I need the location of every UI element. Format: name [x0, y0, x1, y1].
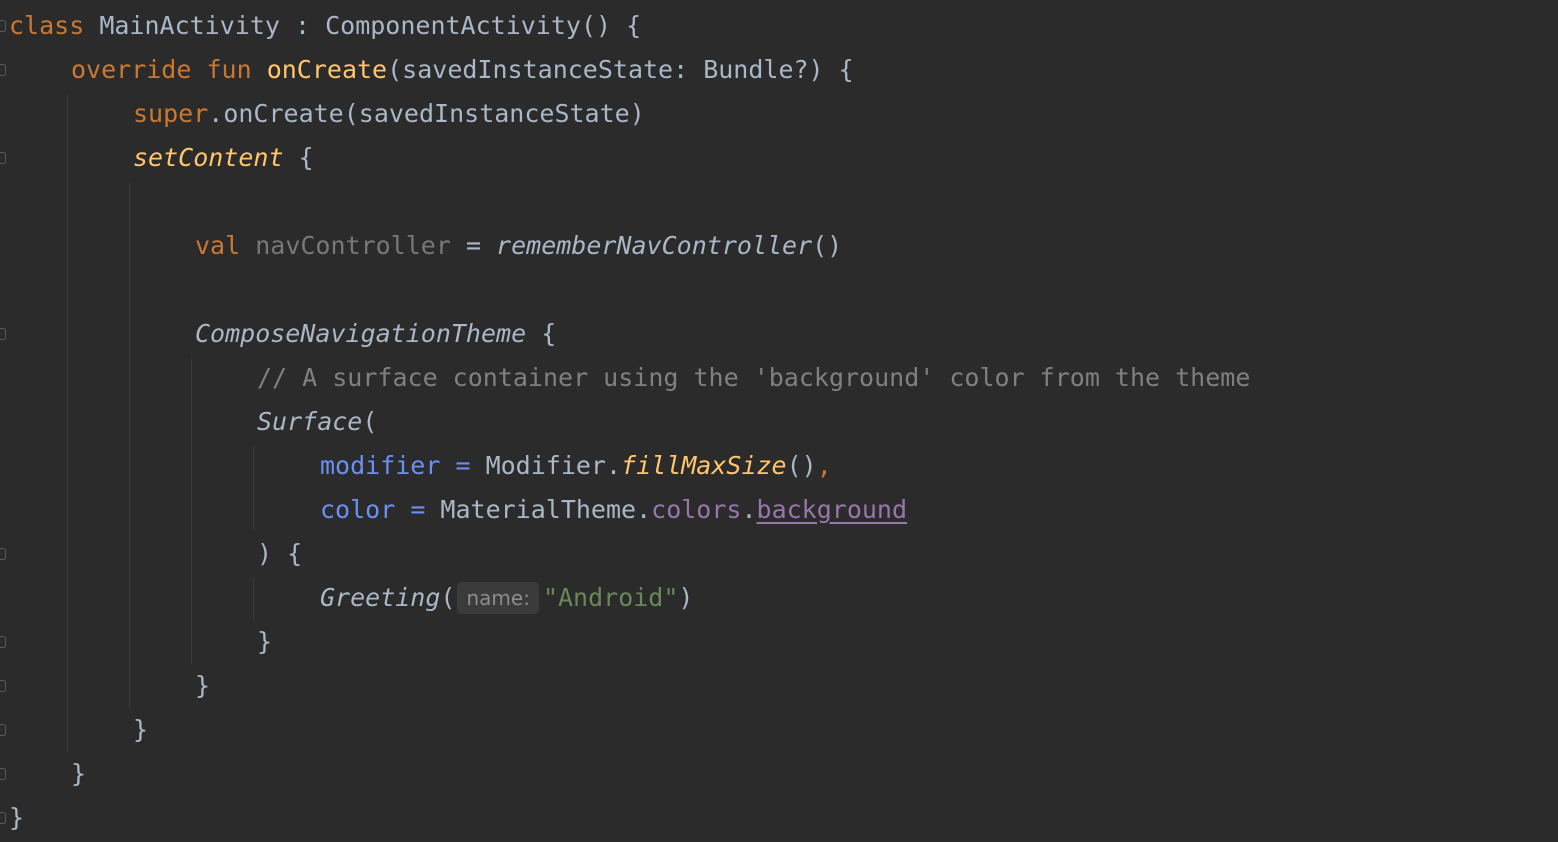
- class-header: MainActivity : ComponentActivity() {: [84, 11, 642, 40]
- code-line-modifier-arg[interactable]: modifier = Modifier.fillMaxSize(),: [320, 444, 832, 488]
- code-line-close-brace[interactable]: }: [257, 620, 272, 664]
- keyword-fun: fun: [206, 55, 252, 84]
- parameter-hint: name:: [457, 582, 539, 614]
- fold-marker-icon[interactable]: [0, 724, 6, 736]
- equals-sign: =: [440, 451, 486, 480]
- fold-marker-icon[interactable]: [0, 152, 6, 164]
- code-line-close-brace[interactable]: }: [71, 752, 86, 796]
- background-property-link[interactable]: background: [757, 495, 908, 524]
- code-line-set-content[interactable]: setContent {: [133, 136, 314, 180]
- indent-guide: [67, 94, 68, 752]
- close-brace: }: [133, 715, 149, 744]
- indent-guide: [253, 578, 254, 620]
- close-paren-brace: ) {: [257, 539, 303, 568]
- variable-nav-controller: navController: [255, 231, 451, 260]
- close-paren: ): [678, 583, 694, 612]
- param-color: color: [320, 495, 396, 524]
- equals-sign: =: [395, 495, 441, 524]
- open-brace: {: [283, 143, 314, 172]
- fold-marker-icon[interactable]: [0, 548, 6, 560]
- code-line-class-declaration[interactable]: class MainActivity : ComponentActivity()…: [9, 4, 641, 48]
- string-literal: "Android": [542, 583, 679, 612]
- function-name: onCreate: [266, 55, 388, 84]
- code-line-super-call[interactable]: super.onCreate(savedInstanceState): [133, 92, 645, 136]
- fill-max-size-call: fillMaxSize: [621, 451, 787, 480]
- fold-marker-icon[interactable]: [0, 64, 6, 76]
- code-line-theme[interactable]: ComposeNavigationTheme {: [195, 312, 556, 356]
- surface-call: Surface: [257, 407, 363, 436]
- fold-marker-icon[interactable]: [0, 680, 6, 692]
- close-brace: }: [9, 803, 25, 832]
- modifier-object: Modifier.: [485, 451, 622, 480]
- super-call: .onCreate(savedInstanceState): [208, 99, 645, 128]
- code-comment: // A surface container using the 'backgr…: [257, 363, 1251, 392]
- call-parens: (): [812, 231, 843, 260]
- set-content-call: setContent: [133, 143, 284, 172]
- open-paren: (: [440, 583, 456, 612]
- keyword-class: class: [9, 11, 85, 40]
- close-brace: }: [71, 759, 87, 788]
- open-brace: {: [526, 319, 557, 348]
- keyword-val: val: [195, 231, 241, 260]
- close-brace: }: [257, 627, 273, 656]
- comma: ,: [816, 451, 832, 480]
- code-editor[interactable]: class MainActivity : ComponentActivity()…: [0, 0, 1558, 842]
- fold-marker-icon[interactable]: [0, 812, 6, 824]
- open-paren: (: [362, 407, 378, 436]
- fold-marker-icon[interactable]: [0, 636, 6, 648]
- material-theme-object: MaterialTheme.: [440, 495, 652, 524]
- indent-guide: [191, 358, 192, 664]
- code-line-greeting[interactable]: Greeting(name: "Android"): [320, 576, 693, 620]
- keyword-override: override: [71, 55, 192, 84]
- function-signature: (savedInstanceState: Bundle?) {: [387, 55, 854, 84]
- code-line-surface-close[interactable]: ) {: [257, 532, 302, 576]
- greeting-call: Greeting: [320, 583, 441, 612]
- theme-call: ComposeNavigationTheme: [195, 319, 527, 348]
- remember-nav-controller-call: rememberNavController: [496, 231, 813, 260]
- close-brace: }: [195, 671, 211, 700]
- code-line-nav-controller[interactable]: val navController = rememberNavControlle…: [195, 224, 842, 268]
- code-line-color-arg[interactable]: color = MaterialTheme.colors.background: [320, 488, 907, 532]
- code-line-close-brace[interactable]: }: [133, 708, 148, 752]
- fold-marker-icon[interactable]: [0, 20, 6, 32]
- call-parens: (): [786, 451, 817, 480]
- code-line-comment[interactable]: // A surface container using the 'backgr…: [257, 356, 1250, 400]
- param-modifier: modifier: [320, 451, 441, 480]
- code-line-surface[interactable]: Surface(: [257, 400, 377, 444]
- fold-marker-icon[interactable]: [0, 328, 6, 340]
- colors-property: colors: [651, 495, 742, 524]
- code-line-on-create[interactable]: override fun onCreate(savedInstanceState…: [71, 48, 854, 92]
- code-line-close-brace[interactable]: }: [9, 796, 24, 840]
- indent-guide: [129, 182, 130, 708]
- dot: .: [741, 495, 757, 524]
- fold-marker-icon[interactable]: [0, 768, 6, 780]
- code-line-close-brace[interactable]: }: [195, 664, 210, 708]
- keyword-super: super: [133, 99, 209, 128]
- assign-operator: =: [450, 231, 497, 260]
- indent-guide: [253, 446, 254, 530]
